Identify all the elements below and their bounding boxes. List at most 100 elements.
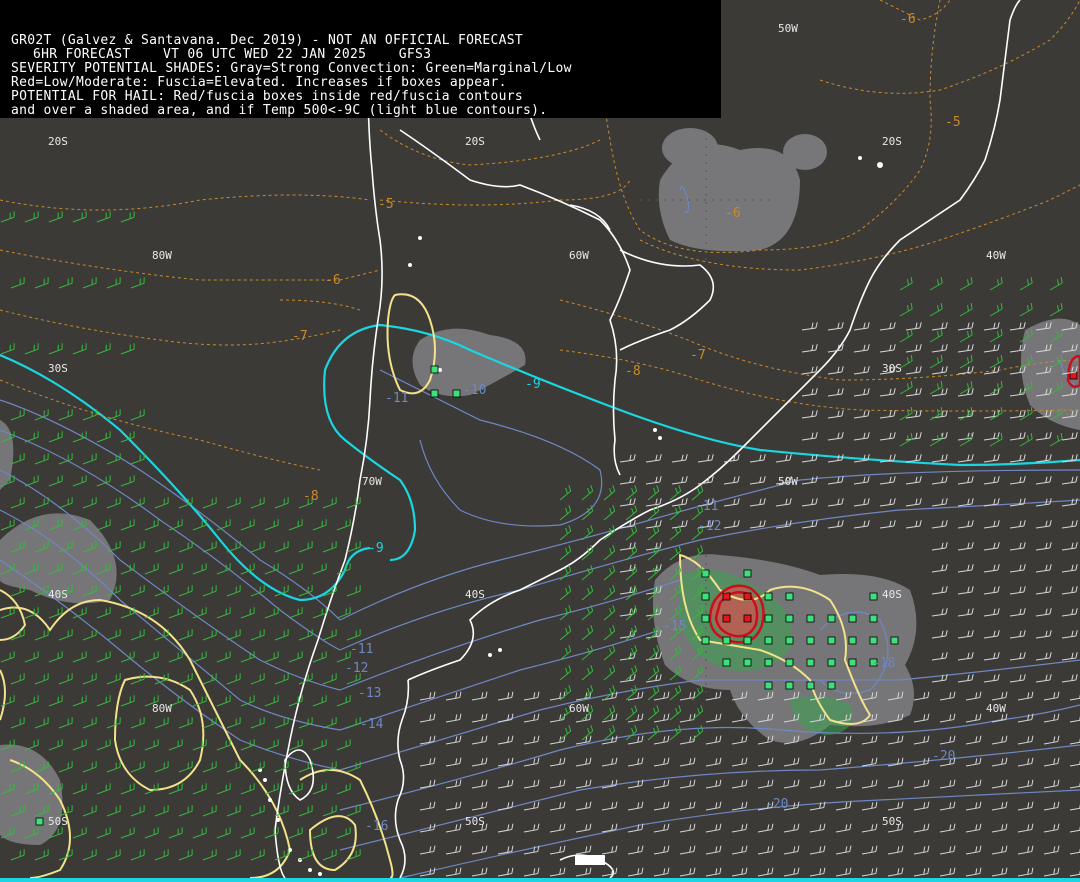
wind-barb [471, 845, 488, 855]
wind-barb [905, 322, 922, 331]
wind-barb [106, 409, 121, 421]
wind-barb [809, 823, 826, 833]
wind-barb [913, 823, 930, 833]
wind-barb [1061, 476, 1078, 485]
wind-barb [322, 717, 337, 729]
wind-barb [983, 652, 1000, 661]
wind-barb [827, 410, 844, 419]
wind-barb [861, 735, 878, 745]
wind-barb [58, 673, 73, 685]
wind-barb [835, 867, 852, 877]
wind-barb [775, 454, 792, 463]
contour-label: -11 [350, 642, 373, 657]
forecast-map: 20S 20S 20S 30S 30S 40S 40S 40S 50S 50S … [0, 0, 1080, 882]
wind-barb [559, 545, 572, 561]
wind-barb [931, 586, 948, 595]
wind-barb [929, 302, 943, 317]
wind-barb [58, 629, 73, 641]
wind-barb [1017, 823, 1034, 833]
wind-barb [603, 585, 616, 601]
wind-barb [250, 673, 265, 685]
lon-label: 40W [986, 249, 1006, 262]
wind-barb [1009, 564, 1026, 573]
wind-barb [939, 691, 956, 701]
wind-barb [168, 519, 183, 531]
wind-barb [559, 725, 572, 741]
header-forecast-time: 6HR FORECAST VT 06 UTC WED 22 JAN 2025 G… [33, 47, 432, 62]
header-title: GR02T (Galvez & Santavana. Dec 2019) - N… [11, 33, 523, 48]
wind-barb [559, 525, 572, 541]
wind-barb [346, 717, 361, 729]
wind-barb [226, 849, 241, 861]
wind-barb [989, 354, 1003, 369]
wind-barb [72, 343, 87, 355]
wind-barb [419, 845, 436, 855]
wind-barb [965, 757, 982, 767]
wind-barb [619, 542, 636, 551]
wind-barb [240, 519, 255, 531]
wind-barb [861, 823, 878, 833]
wind-barb [1061, 498, 1078, 507]
wind-barb [1019, 432, 1033, 447]
wind-barb [679, 867, 696, 877]
wind-barb [671, 498, 688, 507]
lat-label: 20S [882, 135, 902, 148]
wind-barb [827, 366, 844, 375]
wind-barb [931, 630, 948, 639]
wind-barb [72, 607, 87, 619]
wind-barb [240, 607, 255, 619]
lon-label: 50W [778, 475, 798, 488]
wind-barb [671, 476, 688, 485]
wind-barb [106, 629, 121, 641]
wind-barb [959, 328, 973, 343]
wind-barb [625, 485, 638, 501]
wind-barb [106, 277, 121, 289]
wind-barb [497, 867, 514, 877]
wind-barb [929, 354, 943, 369]
wind-barb [989, 302, 1003, 317]
wind-barb [939, 823, 956, 833]
wind-barb [192, 651, 207, 663]
contour-label: -6 [900, 12, 916, 27]
contour-label: -11 [695, 499, 718, 514]
wind-barb [853, 344, 870, 353]
wind-barb [653, 779, 670, 789]
wind-barb [559, 585, 572, 601]
wind-barb [991, 757, 1008, 767]
wind-barb [264, 695, 279, 707]
wind-barb [625, 645, 638, 661]
wind-barb [471, 757, 488, 767]
wind-barb [905, 498, 922, 507]
wind-barb [250, 849, 265, 861]
wind-barb [625, 665, 638, 681]
wind-barb [154, 717, 169, 729]
wind-barb [913, 867, 930, 877]
wind-barb [1009, 498, 1026, 507]
header-hail-legend-2: and over a shaded area, and if Temp 500<… [11, 103, 548, 118]
wind-barb [58, 761, 73, 773]
wind-barb [1043, 691, 1060, 701]
wind-barb [581, 665, 594, 681]
wind-barb [240, 651, 255, 663]
wind-barb [240, 827, 255, 839]
wind-barb [72, 651, 87, 663]
wind-barb [1035, 652, 1052, 661]
wind-barb [575, 867, 592, 877]
wind-barb [957, 344, 974, 353]
wind-barb [653, 735, 670, 745]
wind-barb [619, 520, 636, 529]
wind-barb [1061, 652, 1078, 661]
wind-barb [82, 761, 97, 773]
wind-barb [48, 651, 63, 663]
wind-barb [957, 322, 974, 331]
wind-barb [929, 380, 943, 395]
wind-barb [216, 519, 231, 531]
wind-barb [322, 629, 337, 641]
wind-barb [1019, 406, 1033, 421]
wind-barb [240, 783, 255, 795]
wind-barb [899, 380, 913, 395]
wind-barb [549, 779, 566, 789]
wind-barbs [0, 211, 1080, 877]
wind-barb [274, 717, 289, 729]
wind-barb [1049, 302, 1063, 317]
